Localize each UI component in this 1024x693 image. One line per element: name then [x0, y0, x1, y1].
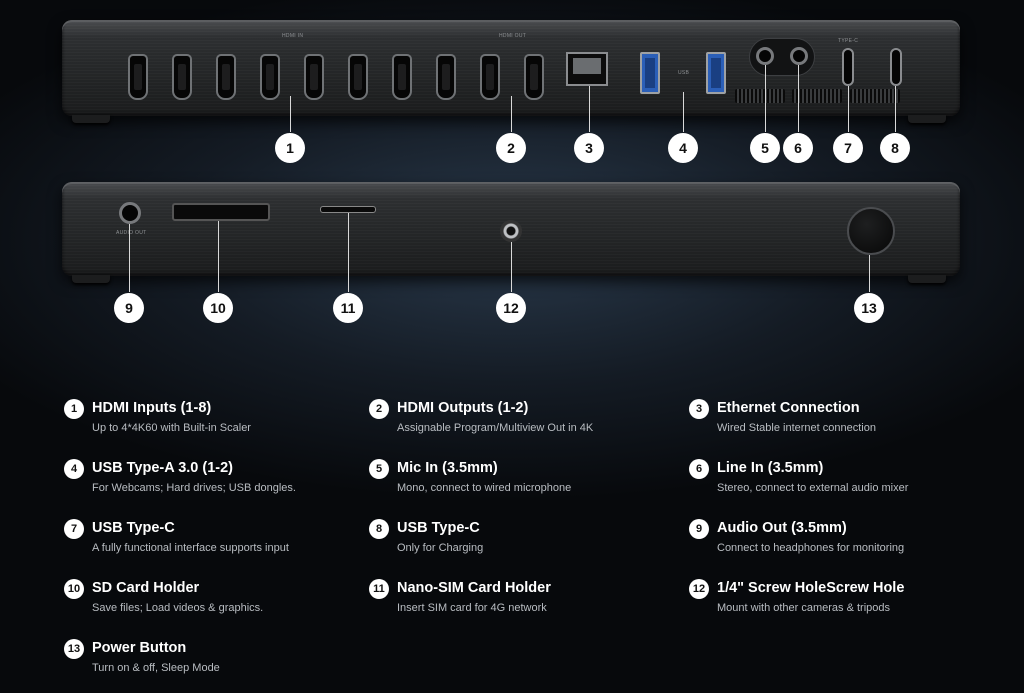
hdmi-in-port-7 [392, 54, 412, 100]
device-foot [72, 115, 110, 123]
device-foot [72, 275, 110, 283]
feature-title: SD Card Holder [92, 580, 200, 596]
feature-number: 12 [689, 579, 709, 599]
callout-9: 9 [114, 293, 144, 323]
line-in-jack [790, 47, 808, 65]
usb-c-port-data [842, 48, 854, 86]
vent-grille [735, 89, 785, 103]
feature-number: 11 [369, 579, 389, 599]
leader-line [798, 65, 799, 132]
feature-number: 2 [369, 399, 389, 419]
feature-title: USB Type-C [397, 520, 480, 536]
feature-number: 1 [64, 399, 84, 419]
type-c-label: TYPE-C [838, 38, 859, 44]
callout-5: 5 [750, 133, 780, 163]
feature-title: Line In (3.5mm) [717, 460, 824, 476]
feature-number: 3 [689, 399, 709, 419]
feature-title: USB Type-A 3.0 (1-2) [92, 460, 233, 476]
feature-title: USB Type-C [92, 520, 175, 536]
usb-a-port-1 [640, 52, 660, 94]
feature-title: 1/4" Screw HoleScrew Hole [717, 580, 905, 596]
feature-title: Mic In (3.5mm) [397, 460, 498, 476]
feature-title: Ethernet Connection [717, 400, 860, 416]
feature-number: 9 [689, 519, 709, 539]
usb-a-port-2 [706, 52, 726, 94]
callout-3: 3 [574, 133, 604, 163]
sd-card-slot [172, 203, 270, 221]
feature-number: 4 [64, 459, 84, 479]
feature-description: Up to 4*4K60 with Built-in Scaler [92, 422, 251, 434]
leader-line [129, 224, 130, 292]
leader-line [895, 86, 896, 132]
feature-description: Connect to headphones for monitoring [717, 542, 905, 554]
tripod-screw-hole [500, 220, 522, 242]
audio-out-jack [119, 202, 141, 224]
feature-title: HDMI Inputs (1-8) [92, 400, 212, 416]
hdmi-in-port-2 [172, 54, 192, 100]
mic-in-jack [756, 47, 774, 65]
leader-line [683, 92, 684, 132]
hdmi-out-port-1 [480, 54, 500, 100]
audio-out-label: AUDIO OUT [116, 230, 147, 236]
sim-card-slot [320, 206, 376, 213]
hdmi-in-label: HDMI IN [282, 33, 304, 39]
feature-description: Stereo, connect to external audio mixer [717, 482, 909, 494]
feature-number: 6 [689, 459, 709, 479]
device-foot [908, 275, 946, 283]
feature-title: HDMI Outputs (1-2) [397, 400, 529, 416]
power-button [847, 207, 895, 255]
feature-description: Insert SIM card for 4G network [397, 602, 547, 614]
hdmi-out-label: HDMI OUT [499, 33, 527, 39]
feature-description: Only for Charging [397, 542, 484, 554]
callout-13: 13 [854, 293, 884, 323]
feature-number: 10 [64, 579, 84, 599]
callout-8: 8 [880, 133, 910, 163]
feature-title: Audio Out (3.5mm) [717, 520, 847, 536]
feature-description: For Webcams; Hard drives; USB dongles. [92, 482, 296, 494]
leader-line [348, 213, 349, 292]
callout-1: 1 [275, 133, 305, 163]
leader-line [218, 221, 219, 292]
feature-number: 5 [369, 459, 389, 479]
feature-title: Nano-SIM Card Holder [397, 580, 551, 596]
feature-number: 8 [369, 519, 389, 539]
vent-grille [850, 89, 900, 103]
feature-title: Power Button [92, 640, 187, 656]
hdmi-out-port-2 [524, 54, 544, 100]
device-foot [908, 115, 946, 123]
leader-line [869, 255, 870, 292]
leader-line [511, 242, 512, 292]
leader-line [848, 86, 849, 132]
callout-6: 6 [783, 133, 813, 163]
hdmi-in-port-5 [304, 54, 324, 100]
callout-11: 11 [333, 293, 363, 323]
vent-grille [792, 89, 842, 103]
feature-description: Assignable Program/Multiview Out in 4K [397, 422, 594, 434]
leader-line [511, 96, 512, 132]
feature-description: Mono, connect to wired microphone [397, 482, 572, 494]
leader-line [589, 86, 590, 132]
hdmi-in-port-8 [436, 54, 456, 100]
feature-description: Turn on & off, Sleep Mode [92, 662, 220, 674]
ethernet-port [566, 52, 608, 86]
usb-label: USB [678, 70, 690, 76]
feature-description: Save files; Load videos & graphics. [92, 602, 264, 614]
hdmi-in-port-6 [348, 54, 368, 100]
feature-description: Mount with other cameras & tripods [717, 602, 891, 614]
feature-number: 13 [64, 639, 84, 659]
callout-4: 4 [668, 133, 698, 163]
leader-line [765, 65, 766, 132]
leader-line [290, 96, 291, 132]
callout-2: 2 [496, 133, 526, 163]
feature-number: 7 [64, 519, 84, 539]
callout-12: 12 [496, 293, 526, 323]
callout-10: 10 [203, 293, 233, 323]
callout-7: 7 [833, 133, 863, 163]
hdmi-in-port-3 [216, 54, 236, 100]
feature-description: A fully functional interface supports in… [92, 542, 289, 554]
hdmi-in-port-1 [128, 54, 148, 100]
feature-description: Wired Stable internet connection [717, 422, 876, 434]
usb-c-port-charging [890, 48, 902, 86]
hdmi-in-port-4 [260, 54, 280, 100]
